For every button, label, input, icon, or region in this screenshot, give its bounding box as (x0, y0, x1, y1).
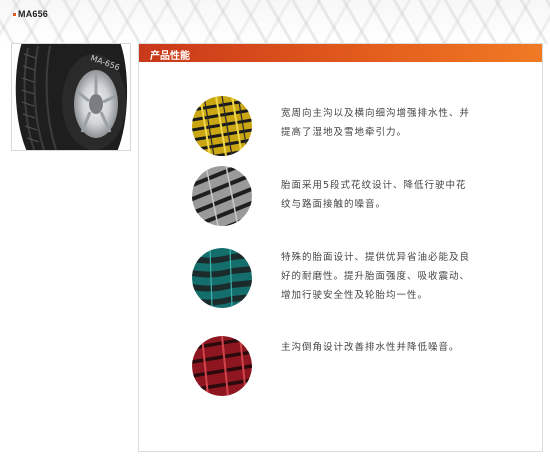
feature-3-line-2: 好的耐磨性。提升胎面强度、吸收震动、 (281, 271, 471, 282)
teal-tread-icon (192, 248, 252, 308)
feature-1-line-1: 宽周向主沟以及横向细沟增强排水性、并 (281, 108, 471, 119)
tire-photo: MA-656 (11, 43, 131, 151)
tire-image-icon: MA-656 (12, 44, 130, 150)
feature-3-line-1: 特殊的胎面设计、提供优异省油必能及良 (281, 252, 471, 263)
red-tread-icon (192, 336, 252, 396)
feature-1-line-2: 提高了湿地及雪地牵引力。 (281, 127, 408, 138)
feature-2-line-1: 胎面采用5段式花纹设计、降低行驶中花 (281, 180, 467, 191)
feature-1-text: 宽周向主沟以及横向细沟增强排水性、并 提高了湿地及雪地牵引力。 (281, 104, 486, 142)
feature-4-text: 主沟倒角设计改善排水性并降低噪音。 (281, 338, 486, 357)
feature-3-line-3: 增加行驶安全性及轮胎均一性。 (281, 290, 429, 301)
model-label: MA656 (18, 9, 49, 19)
feature-3-text: 特殊的胎面设计、提供优异省油必能及良 好的耐磨性。提升胎面强度、吸收震动、 增加… (281, 248, 486, 305)
feature-2-text: 胎面采用5段式花纹设计、降低行驶中花 纹与路面接触的噪音。 (281, 176, 486, 214)
gray-tread-icon (192, 166, 252, 226)
model-name: MA656 (13, 9, 48, 19)
bullet-icon (13, 13, 16, 17)
yellow-tread-icon (192, 96, 252, 156)
feature-2-line-2: 纹与路面接触的噪音。 (281, 199, 387, 210)
feature-4-line-1: 主沟倒角设计改善排水性并降低噪音。 (281, 342, 460, 353)
panel-header: 产品性能 (139, 44, 542, 62)
panel-title: 产品性能 (150, 51, 190, 62)
header-tread-pattern (0, 0, 550, 44)
